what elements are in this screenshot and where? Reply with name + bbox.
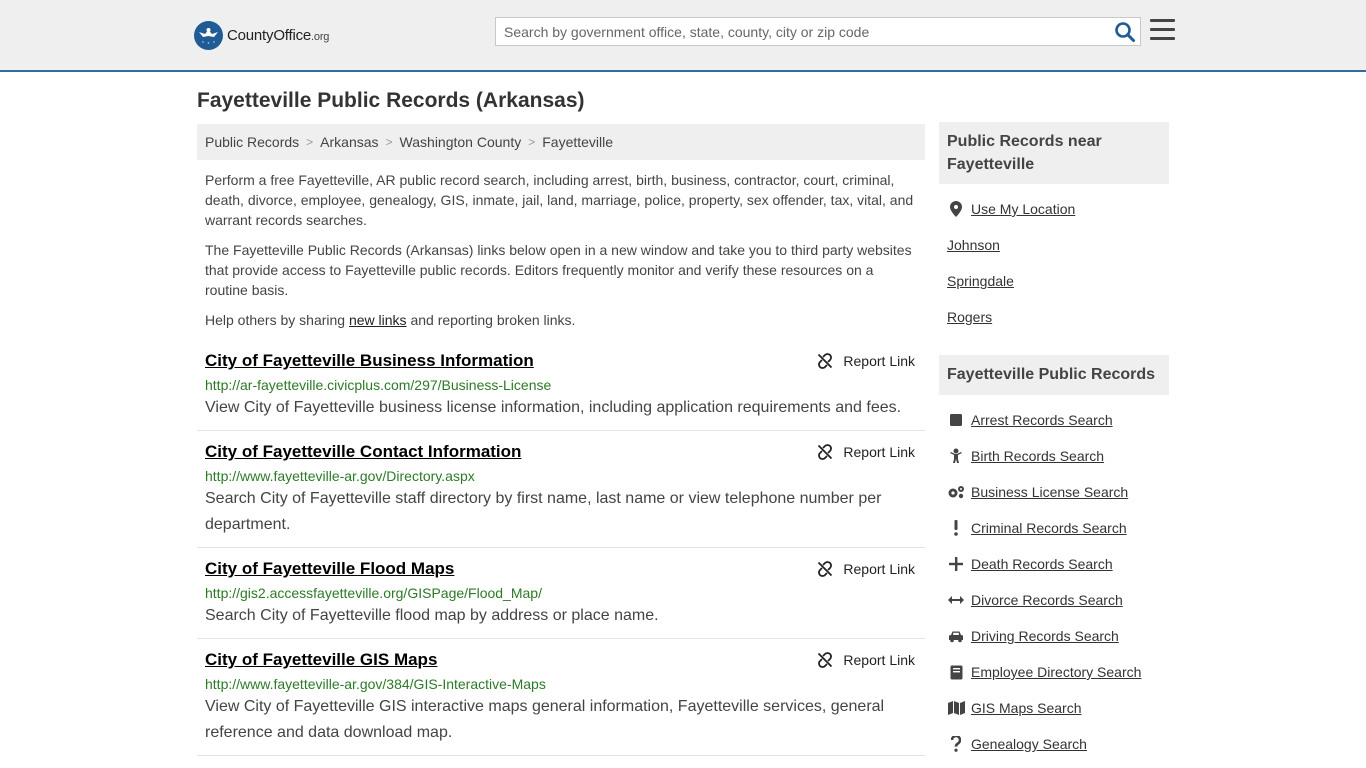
new-links-link[interactable]: new links <box>349 312 407 328</box>
sidebar-gis-maps-link[interactable]: GIS Maps Search <box>947 700 1082 716</box>
record-title-link[interactable]: City of Fayetteville Business Informatio… <box>205 351 534 371</box>
page-title: Fayetteville Public Records (Arkansas) <box>197 89 585 112</box>
report-link-button[interactable]: Report Link <box>817 353 915 369</box>
record-description: Search City of Fayetteville flood map by… <box>205 607 659 624</box>
record-description: Search City of Fayetteville staff direct… <box>205 490 882 533</box>
sidebar-business-license-link[interactable]: Business License Search <box>947 484 1128 500</box>
record-title-link[interactable]: City of Fayetteville Contact Information <box>205 442 521 462</box>
search-icon <box>1115 22 1135 42</box>
record-url: http://ar-fayetteville.civicplus.com/297… <box>205 377 552 393</box>
search-input[interactable] <box>496 18 1106 45</box>
sidebar-genealogy-link[interactable]: Genealogy Search <box>947 736 1087 752</box>
intro-paragraph-1: Perform a free Fayetteville, AR public r… <box>205 172 914 228</box>
nearby-link-rogers[interactable]: Rogers <box>947 309 992 325</box>
broken-link-icon <box>818 652 833 668</box>
breadcrumb-washington-county[interactable]: Washington County <box>400 134 522 150</box>
sidebar-criminal-records-link[interactable]: Criminal Records Search <box>947 520 1127 536</box>
breadcrumb-arkansas[interactable]: Arkansas <box>320 134 378 150</box>
record-title-link[interactable]: City of Fayetteville GIS Maps <box>205 650 437 670</box>
record-item: City of Fayetteville Contact Information… <box>197 431 925 548</box>
intro-paragraph-2: The Fayetteville Public Records (Arkansa… <box>205 242 912 298</box>
record-item: City of Fayetteville Flood Maps Report L… <box>197 548 925 639</box>
record-item: City of Fayetteville Business Informatio… <box>197 344 925 431</box>
book-icon <box>947 664 965 680</box>
breadcrumb-public-records[interactable]: Public Records <box>205 134 299 150</box>
sidebar-divorce-records-link[interactable]: Divorce Records Search <box>947 592 1123 608</box>
site-logo[interactable]: CountyOffice.org <box>194 20 329 50</box>
hamburger-menu-icon[interactable] <box>1150 19 1176 43</box>
nearby-link-springdale[interactable]: Springdale <box>947 273 1014 289</box>
sidebar-driving-records-link[interactable]: Driving Records Search <box>947 628 1119 644</box>
sidebar-records-heading: Fayetteville Public Records <box>939 355 1169 395</box>
sidebar-employee-directory-link[interactable]: Employee Directory Search <box>947 664 1141 680</box>
search-button[interactable] <box>1114 21 1136 43</box>
record-description: View City of Fayetteville business licen… <box>205 399 902 416</box>
report-link-button[interactable]: Report Link <box>817 561 915 577</box>
broken-link-icon <box>818 444 833 460</box>
site-header: CountyOffice.org <box>0 0 1366 72</box>
map-marker-icon <box>947 201 965 217</box>
intro-paragraph-3: Help others by sharing new links and rep… <box>205 312 576 328</box>
sidebar-birth-records-link[interactable]: Birth Records Search <box>947 448 1104 464</box>
arrows-horizontal-icon <box>947 592 965 608</box>
use-my-location-link[interactable]: Use My Location <box>947 201 1075 217</box>
map-icon <box>947 700 965 716</box>
breadcrumb-separator: > <box>306 135 314 149</box>
record-url: http://www.fayetteville-ar.gov/Directory… <box>205 468 475 484</box>
record-url: http://gis2.accessfayetteville.org/GISPa… <box>205 585 542 601</box>
breadcrumb-separator: > <box>528 135 536 149</box>
nearby-link-johnson[interactable]: Johnson <box>947 237 1000 253</box>
cross-icon <box>947 556 965 572</box>
record-url: http://www.fayetteville-ar.gov/384/GIS-I… <box>205 676 546 692</box>
logo-eagle-icon <box>194 20 223 50</box>
record-title-link[interactable]: City of Fayetteville Flood Maps <box>205 559 454 579</box>
exclamation-icon <box>947 520 965 536</box>
breadcrumb-separator: > <box>385 135 393 149</box>
sidebar-arrest-records-link[interactable]: Arrest Records Search <box>947 412 1113 428</box>
report-link-button[interactable]: Report Link <box>817 444 915 460</box>
broken-link-icon <box>818 353 833 369</box>
breadcrumb-fayetteville: Fayetteville <box>542 134 614 150</box>
record-description: View City of Fayetteville GIS interactiv… <box>205 698 885 741</box>
gears-icon <box>947 484 965 500</box>
car-icon <box>947 628 965 644</box>
broken-link-icon <box>818 561 833 577</box>
baby-icon <box>947 448 965 464</box>
report-link-button[interactable]: Report Link <box>817 652 915 668</box>
record-item: City of Fayetteville GIS Maps Report Lin… <box>197 639 925 756</box>
sidebar-near-heading: Public Records near Fayetteville <box>939 122 1169 184</box>
sidebar-death-records-link[interactable]: Death Records Search <box>947 556 1113 572</box>
square-icon <box>947 412 965 428</box>
breadcrumb: Public Records > Arkansas > Washington C… <box>197 124 925 160</box>
question-icon <box>947 736 965 752</box>
logo-text: CountyOffice.org <box>227 26 330 44</box>
search-box <box>495 17 1141 46</box>
